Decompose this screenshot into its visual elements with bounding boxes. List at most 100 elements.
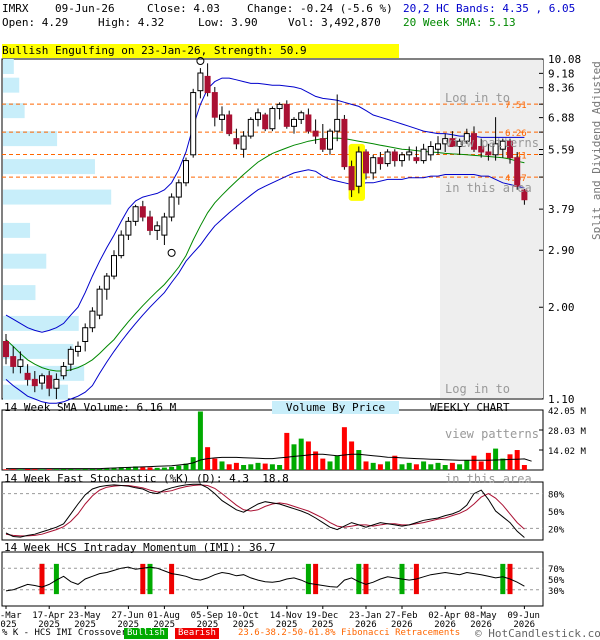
candle-body	[24, 372, 31, 380]
volume-bar	[226, 464, 232, 470]
volume-bar	[53, 469, 59, 470]
login-note-top[interactable]: Log in to view patterns in this area	[445, 61, 539, 226]
volume-bar	[154, 467, 160, 470]
volume-bar	[262, 463, 268, 470]
candle-body	[384, 151, 391, 165]
candle-body	[53, 378, 60, 389]
candle-body	[262, 114, 269, 130]
login-note-bottom[interactable]: Log in to view patterns in this area	[445, 352, 539, 517]
adjusted-text: Split and Dividend Adjusted	[590, 61, 600, 240]
bullish-legend: Bullish	[124, 628, 168, 639]
candle-body	[334, 118, 341, 132]
stoch-tick-label: 50%	[548, 508, 565, 518]
volume-bar	[75, 469, 81, 470]
bearish-legend: Bearish	[175, 628, 219, 639]
volume-bar	[334, 455, 340, 470]
chart-page: IMRX 09-Jun-26 Close: 4.03 Change: -0.24…	[0, 0, 600, 640]
volume-bar	[277, 465, 283, 470]
stochastic-title: 14 Week Fast Stochastic (%K) (D): 4.3 18…	[4, 472, 289, 485]
volume-title: 14 Week SMA Volume: 6.16 M	[4, 401, 177, 414]
vbp-bar	[3, 285, 36, 301]
volume-bar	[406, 462, 412, 470]
candle-body	[226, 114, 233, 135]
volume-bar	[241, 465, 247, 470]
candle-body	[111, 255, 117, 277]
volume-bar	[385, 461, 391, 470]
candle-body	[233, 138, 240, 145]
price-tick-label: 2.00	[548, 301, 575, 314]
candle-body	[355, 151, 362, 187]
candle-body	[175, 182, 182, 198]
imi-crossover-bar	[169, 563, 175, 595]
candle-body	[406, 151, 413, 156]
imi-crossover-bar	[356, 563, 362, 595]
volume-bar	[147, 467, 153, 470]
candle-body	[298, 112, 305, 120]
imi-crossover-bar	[500, 563, 506, 595]
imi-panel: 70%50%30%	[1, 551, 565, 607]
candle-body	[283, 103, 290, 127]
candle-body	[399, 154, 405, 162]
volume-bar	[219, 461, 225, 470]
candle-body	[211, 92, 218, 118]
candle-body	[341, 118, 348, 168]
volume-tick-label: 42.05 M	[548, 407, 587, 417]
candle-body	[132, 206, 139, 222]
price-tick-label: 1.10	[548, 393, 575, 406]
candle-body	[420, 148, 427, 162]
volume-bar	[370, 462, 376, 470]
candle-body	[139, 206, 146, 218]
brand-label[interactable]: © HotCandlestick.com	[475, 627, 600, 640]
volume-bar	[82, 469, 88, 470]
volume-bar	[248, 464, 254, 470]
volume-bar	[176, 465, 182, 470]
candle-body	[312, 130, 319, 137]
volume-bar	[269, 464, 275, 470]
candle-body	[168, 196, 175, 218]
candle-body	[240, 135, 247, 150]
price-tick-label: 2.90	[548, 244, 575, 257]
crossover-legend: % K - HCS IMI Crossover:	[2, 628, 133, 638]
volume-bar	[25, 469, 31, 470]
volume-bar	[399, 464, 405, 470]
login-note-line: Log in to	[445, 91, 511, 105]
vbp-bar	[3, 131, 58, 147]
candle-body	[75, 345, 81, 352]
volume-bar	[435, 462, 441, 470]
candle-body	[183, 160, 189, 184]
candle-body	[291, 118, 297, 127]
candle-body	[3, 340, 9, 358]
volume-bar	[233, 462, 239, 470]
candle-body	[190, 92, 197, 156]
candle-body	[197, 72, 204, 92]
imi-frame	[1, 551, 544, 607]
volume-bar	[255, 462, 261, 470]
candle-body	[89, 310, 96, 329]
candle-body	[161, 216, 168, 236]
candle-body	[269, 108, 276, 130]
candle-body	[319, 138, 326, 150]
candle-body	[96, 288, 103, 316]
candle-body	[204, 75, 211, 94]
imi-crossover-bar	[147, 563, 153, 595]
candle-body	[247, 118, 254, 137]
candle-body	[413, 157, 420, 162]
x-axis: 21-Mar202517-Apr202523-May202527-Jun2025…	[0, 606, 540, 630]
volume-bar	[46, 469, 52, 470]
volume-bar	[305, 441, 311, 470]
volume-bar	[161, 467, 167, 470]
volume-bar	[212, 458, 218, 470]
candle-body	[125, 220, 132, 236]
imi-crossover-bar	[305, 563, 311, 595]
candle-body	[435, 143, 441, 150]
vbp-bar	[3, 222, 31, 238]
low-marker	[167, 248, 176, 257]
imi-tick-label: 70%	[548, 565, 565, 575]
candle-body	[427, 145, 434, 156]
candle-body	[305, 114, 312, 132]
volume-tick-label: 28.03 M	[548, 427, 587, 437]
vbp-bar	[3, 315, 79, 331]
imi-title: 14 Week HCS Intraday Momentum (IMI): 36.…	[4, 541, 276, 554]
candle-body	[154, 225, 161, 231]
volume-bar	[10, 469, 16, 470]
